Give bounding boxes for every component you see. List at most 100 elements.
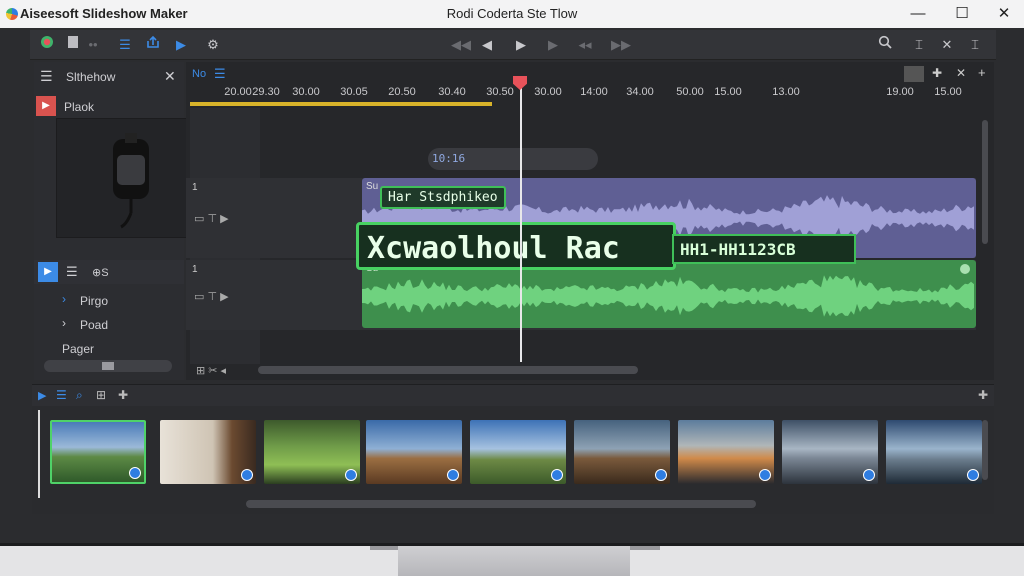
media-grid-icon[interactable]: ⊞ [96,388,106,402]
media-thumbnail[interactable] [160,420,256,484]
track-item[interactable]: › Poad [34,312,184,336]
microphone-icon [113,133,149,229]
audio-clip[interactable]: Su [362,260,976,328]
main-toolbar: •• ☰ ▶ ⚙ ◀◀ ◀ ▶ ▶ ◂◂ ▶▶ ⌶ ✕ ⌶ [30,30,996,60]
floating-marker-label: 10:16 [432,152,466,165]
text-overlay-small[interactable]: Har Stsdphikeo [380,186,506,209]
ruler-label: 20.50 [388,86,416,98]
playhead[interactable] [520,76,522,362]
panel-item[interactable]: ▶ Plaok [34,94,184,118]
ruler-label: 29.30 [252,86,280,98]
rewind-icon[interactable]: ◀◀ [450,35,472,55]
scroll-thumb[interactable] [102,362,114,370]
media-thumbnail[interactable] [574,420,670,484]
waveform-green [362,275,974,317]
preview-thumbnail[interactable] [56,118,204,238]
close-panel-icon[interactable]: ✕ [164,68,176,85]
upload-icon[interactable] [142,35,164,55]
timeline-header-label: No [192,68,207,80]
track-menu-icon[interactable]: ☰ [66,264,78,280]
thumbnail-badge-icon [241,469,253,481]
media-library [32,406,994,514]
ruler-label: 30.50 [486,86,514,98]
panel-item-label: Plaok [64,100,95,114]
thumbnail-badge-icon [551,469,563,481]
media-toolbar: ▶ ☰ ⌕ ⊞ ✚ ✚ [32,384,994,406]
track-lock-icon[interactable]: ▭ ⊤ ▶ [194,290,229,303]
media-playhead [38,410,40,498]
media-expand-icon[interactable]: ✚ [978,388,988,402]
minimize-button[interactable]: — [900,2,936,26]
play-button[interactable]: ▶ [510,35,532,55]
step-back-icon[interactable]: ◀ [476,35,498,55]
track-play-icon[interactable]: ▶ [38,262,58,282]
timeline: No ☰ ✚ ✕ + 20.00 29.30 30.00 30.05 20.50… [186,62,994,380]
timeline-vscroll[interactable] [982,120,988,244]
media-search-icon[interactable]: ⌕ [76,388,83,403]
menu-icon[interactable]: ☰ [40,68,53,85]
search-icon[interactable] [874,35,896,55]
panel-scrollbar[interactable] [44,360,172,372]
media-vscroll[interactable] [982,420,988,480]
window-title: Rodi Coderta Ste Tlow [446,6,578,21]
track-item[interactable]: › Pirgo [34,288,184,312]
ruler-label: 30.00 [292,86,320,98]
media-move-icon[interactable]: ✚ [118,388,128,402]
volume-icon[interactable]: ◂◂ [574,35,596,55]
file-icon[interactable] [62,35,84,55]
red-play-icon[interactable]: ▶ [36,96,56,116]
record-icon[interactable] [36,35,58,55]
ruler-label: 34.00 [626,86,654,98]
cut-icon[interactable]: ✕ [936,35,958,55]
maximize-button[interactable]: ☐ [944,2,980,26]
gear-icon[interactable]: ⚙ [202,35,224,55]
chevron-right-icon: › [62,292,66,306]
title-bar: Aiseesoft Slideshow Maker Rodi Coderta S… [0,0,1024,28]
media-list-icon[interactable]: ☰ [56,388,67,402]
timeline-scrollbar[interactable] [258,366,638,374]
list-icon[interactable]: ☰ [114,35,136,55]
close-button[interactable]: ✕ [986,2,1022,26]
timeline-menu-icon[interactable]: ☰ [214,66,226,82]
media-thumbnail[interactable] [366,420,462,484]
media-thumbnail[interactable] [470,420,566,484]
thumbnail-badge-icon [447,469,459,481]
panel-footer: Pager [34,336,184,360]
floating-marker[interactable]: 10:16 [428,148,598,170]
chevron-right-icon: › [62,316,66,330]
view-toggle-icon[interactable] [904,66,924,82]
media-scrollbar[interactable] [246,500,756,508]
ruler-label: 30.00 [534,86,562,98]
timeline-tools-icon[interactable]: ⊞ ✂ ◂ [196,364,226,377]
thumbnail-badge-icon [655,469,667,481]
panel-footer-label: Pager [62,342,95,356]
track-settings-icon[interactable]: ⊕S [92,266,109,279]
media-thumbnail[interactable] [886,420,982,484]
crop-icon[interactable]: ⌶ [908,35,930,55]
step-forward-icon[interactable]: ▶ [542,35,564,55]
panel-header-label: Slthehow [66,70,116,84]
track-lock-icon[interactable]: ▭ ⊤ ▶ [194,212,229,225]
pin-icon[interactable]: ✚ [932,66,942,80]
add-icon[interactable]: + [978,65,986,80]
thumbnail-badge-icon [759,469,771,481]
text-overlay-code[interactable]: HH1-HH1123CB [672,234,856,264]
thumbnail-badge-icon [863,469,875,481]
split-icon[interactable]: ⌶ [964,35,986,55]
delete-icon[interactable]: ✕ [956,66,966,80]
panel-header: ☰ Slthehow ✕ [34,64,184,88]
ruler-label: 19.00 [886,86,914,98]
play-icon[interactable]: ▶ [170,35,192,55]
media-thumbnail[interactable] [264,420,360,484]
media-thumbnail[interactable] [782,420,878,484]
selection-range-bar[interactable] [190,102,492,106]
media-thumbnail[interactable] [50,420,146,484]
ruler-label: 30.40 [438,86,466,98]
media-play-icon[interactable]: ▶ [38,389,46,402]
more-icon[interactable]: •• [82,35,104,55]
fast-forward-icon[interactable]: ▶▶ [610,35,632,55]
text-overlay-title[interactable]: Xcwaolhoul Rac [356,222,676,270]
ruler-label: 30.05 [340,86,368,98]
track-item-label: Poad [80,318,109,332]
media-thumbnail[interactable] [678,420,774,484]
